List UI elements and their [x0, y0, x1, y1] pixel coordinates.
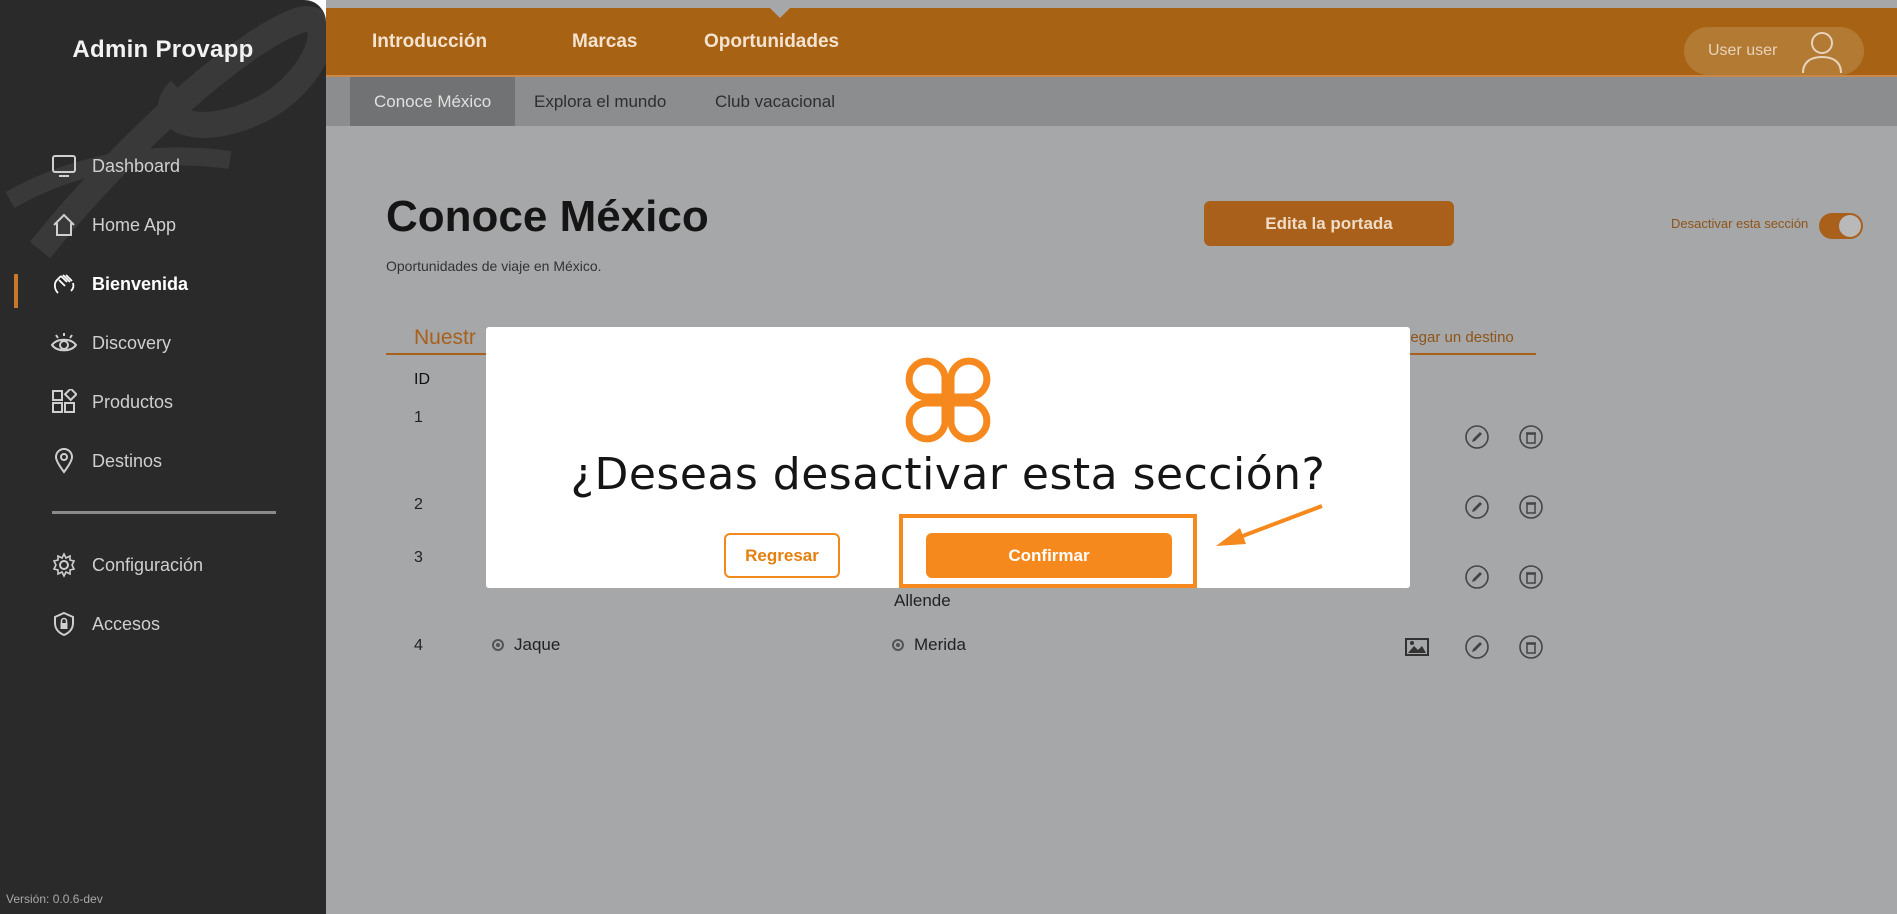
- topnav-oportunidades[interactable]: Oportunidades: [704, 31, 839, 53]
- annotation-arrow-icon: [1216, 504, 1323, 546]
- sidebar-item-configuracion[interactable]: Configuración: [50, 545, 203, 585]
- toggle-label: Desactivar esta sección: [1671, 216, 1809, 231]
- back-button[interactable]: Regresar: [724, 533, 840, 578]
- table-cell: Merida: [892, 635, 966, 655]
- gear-icon: [50, 551, 78, 579]
- monitor-icon: [50, 152, 78, 180]
- clover-logo-icon: [905, 357, 991, 443]
- sidebar-item-discovery[interactable]: Discovery: [50, 323, 171, 363]
- cell-text: Merida: [914, 635, 966, 654]
- add-destination-link[interactable]: gregar un destino: [1397, 329, 1514, 346]
- section-tab[interactable]: Nuestr: [414, 326, 476, 350]
- edit-pencil-icon[interactable]: [1464, 494, 1490, 520]
- eye-icon: [50, 329, 78, 357]
- topnav-introduccion[interactable]: Introducción: [372, 31, 487, 53]
- table-cell: Jaque: [492, 635, 560, 655]
- user-name: User user: [1708, 42, 1778, 59]
- sidebar-item-destinos[interactable]: Destinos: [50, 441, 162, 481]
- active-indicator: [14, 274, 18, 308]
- sidebar-item-dashboard[interactable]: Dashboard: [50, 146, 180, 186]
- toggle-knob: [1839, 215, 1861, 237]
- map-pin-icon: [50, 447, 78, 475]
- active-nav-caret: [770, 8, 790, 18]
- section-toggle[interactable]: [1819, 213, 1863, 239]
- user-menu[interactable]: User user: [1684, 27, 1864, 75]
- home-icon: [50, 211, 78, 239]
- image-icon[interactable]: [1404, 634, 1430, 660]
- app-brand: Admin Provapp: [72, 36, 254, 63]
- table-row-id: 2: [414, 496, 423, 513]
- wave-hand-icon: [50, 270, 78, 298]
- table-row-id: 4: [414, 637, 423, 654]
- table-row-id: 3: [414, 549, 423, 566]
- sidebar-item-label: Discovery: [92, 332, 172, 353]
- edit-pencil-icon[interactable]: [1464, 424, 1490, 450]
- sidebar-item-accesos[interactable]: Accesos: [50, 604, 160, 644]
- trash-icon[interactable]: [1518, 564, 1544, 590]
- sidebar-divider: [52, 511, 276, 514]
- dialog-title: ¿Deseas desactivar esta sección?: [570, 449, 1326, 500]
- subtab-explora-el-mundo[interactable]: Explora el mundo: [534, 77, 666, 126]
- sidebar-item-label: Accesos: [92, 613, 161, 634]
- confirm-button[interactable]: Confirmar: [926, 533, 1172, 578]
- subtab-club-vacacional[interactable]: Club vacacional: [715, 77, 835, 126]
- trash-icon[interactable]: [1518, 494, 1544, 520]
- trash-icon[interactable]: [1518, 634, 1544, 660]
- sidebar-item-bienvenida[interactable]: Bienvenida: [50, 264, 188, 304]
- topnav-marcas[interactable]: Marcas: [572, 31, 638, 53]
- sidebar-item-label: Productos: [92, 391, 174, 412]
- top-navbar: Introducción Marcas Oportunidades User u…: [326, 8, 1897, 75]
- sidebar-item-label: Destinos: [92, 450, 163, 471]
- table-cell: Allende: [894, 591, 951, 610]
- edit-cover-button[interactable]: Edita la portada: [1204, 201, 1454, 246]
- edit-pencil-icon[interactable]: [1464, 564, 1490, 590]
- sidebar-item-productos[interactable]: Productos: [50, 382, 173, 422]
- sub-navbar: Conoce México Explora el mundo Club vaca…: [326, 77, 1897, 126]
- page-title: Conoce México: [386, 192, 709, 241]
- trash-icon[interactable]: [1518, 424, 1544, 450]
- sidebar-item-label: Home App: [92, 214, 177, 235]
- grid-shapes-icon: [50, 388, 78, 416]
- sidebar-item-label: Configuración: [92, 554, 204, 575]
- cell-text: Jaque: [514, 635, 561, 654]
- table-row-id: 1: [414, 409, 423, 426]
- subtab-conoce-mexico[interactable]: Conoce México: [350, 77, 516, 126]
- page-subtitle: Oportunidades de viaje en México.: [386, 258, 602, 274]
- radio-dot-icon: [492, 639, 504, 651]
- sidebar-item-label: Dashboard: [92, 155, 181, 176]
- version-label: Versión: 0.0.6-dev: [6, 892, 103, 906]
- edit-pencil-icon[interactable]: [1464, 634, 1490, 660]
- table-header-id: ID: [414, 371, 430, 388]
- user-avatar-icon: [1802, 32, 1842, 73]
- radio-dot-icon: [892, 639, 904, 651]
- sidebar: Admin Provapp Dashboard Home App Bienven…: [0, 0, 326, 914]
- sidebar-item-home-app[interactable]: Home App: [50, 205, 176, 245]
- shield-lock-icon: [50, 610, 78, 638]
- sidebar-item-label: Bienvenida: [92, 273, 189, 294]
